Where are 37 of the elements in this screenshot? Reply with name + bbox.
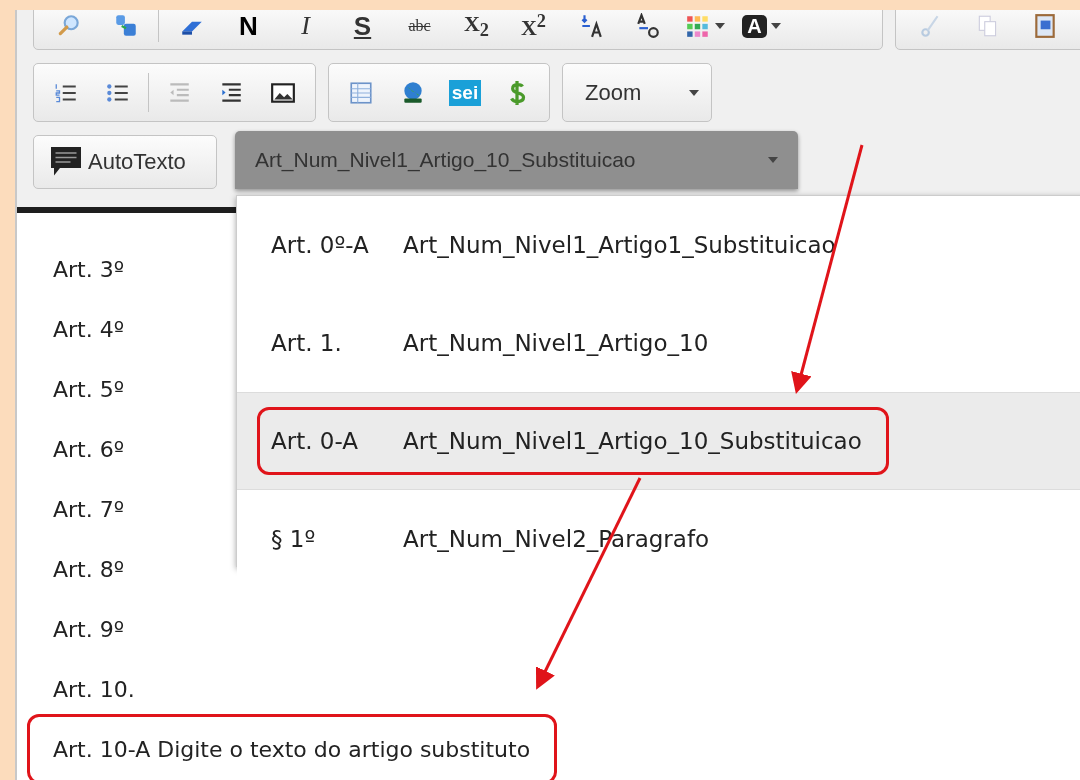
color-grid-icon [684, 13, 711, 39]
italic-button[interactable]: I [277, 10, 334, 49]
underline-button[interactable]: S [334, 10, 391, 49]
text-color-swatch: A [742, 14, 767, 38]
document-line: Art. 4º [52, 316, 125, 342]
style-number: Art. 1. [271, 330, 343, 356]
document-line: Art. 8º [52, 556, 125, 582]
zoom-dropdown[interactable]: Zoom [562, 63, 712, 122]
style-name: Art_Num_Nivel1_Artigo_10 [403, 330, 709, 356]
style-select[interactable]: Art_Num_Nivel1_Artigo_10_Substituicao [235, 131, 798, 189]
document-line: Art. 10-A Digite o texto do artigo substituto [52, 736, 531, 762]
style-menu-item[interactable]: Art. 0º-A Art_Num_Nivel1_Artigo1_Substituicao [237, 196, 1080, 294]
style-menu-item[interactable]: Art. 0-A Art_Num_Nivel1_Artigo_10_Substituicao [237, 392, 1080, 490]
sei-logo: sei [448, 79, 482, 106]
caret-icon [714, 23, 725, 29]
bold-button[interactable]: N [220, 10, 277, 49]
strikethrough-button[interactable]: abc [391, 10, 448, 49]
autotext-button[interactable]: AutoTexto [33, 135, 217, 189]
document-line: Art. 5º [52, 376, 125, 402]
document-line: Art. 3º [52, 256, 125, 282]
superscript-button[interactable]: X$^{2}$ [505, 10, 562, 49]
caret-icon [768, 157, 778, 163]
document-line: Art. 10. [52, 676, 135, 702]
case-change-icon [634, 13, 661, 39]
subscript-button[interactable]: X$_{2}$ [448, 10, 505, 49]
style-number: Art. 0º-A [271, 232, 370, 258]
document-line: Art. 7º [52, 496, 125, 522]
caret-icon [770, 23, 781, 29]
document-line: Art. 9º [52, 616, 125, 642]
table-icon [348, 79, 374, 106]
caret-icon [689, 89, 699, 96]
style-name: Art_Num_Nivel1_Artigo_10_Substituicao [403, 428, 862, 454]
style-number: § 1º [271, 526, 317, 552]
document-line: Art. 6º [52, 436, 125, 462]
style-number: Art. 0-A [271, 428, 359, 454]
style-name: Art_Num_Nivel1_Artigo1_Substituicao [403, 232, 836, 258]
text-color-button[interactable]: A [733, 10, 790, 49]
